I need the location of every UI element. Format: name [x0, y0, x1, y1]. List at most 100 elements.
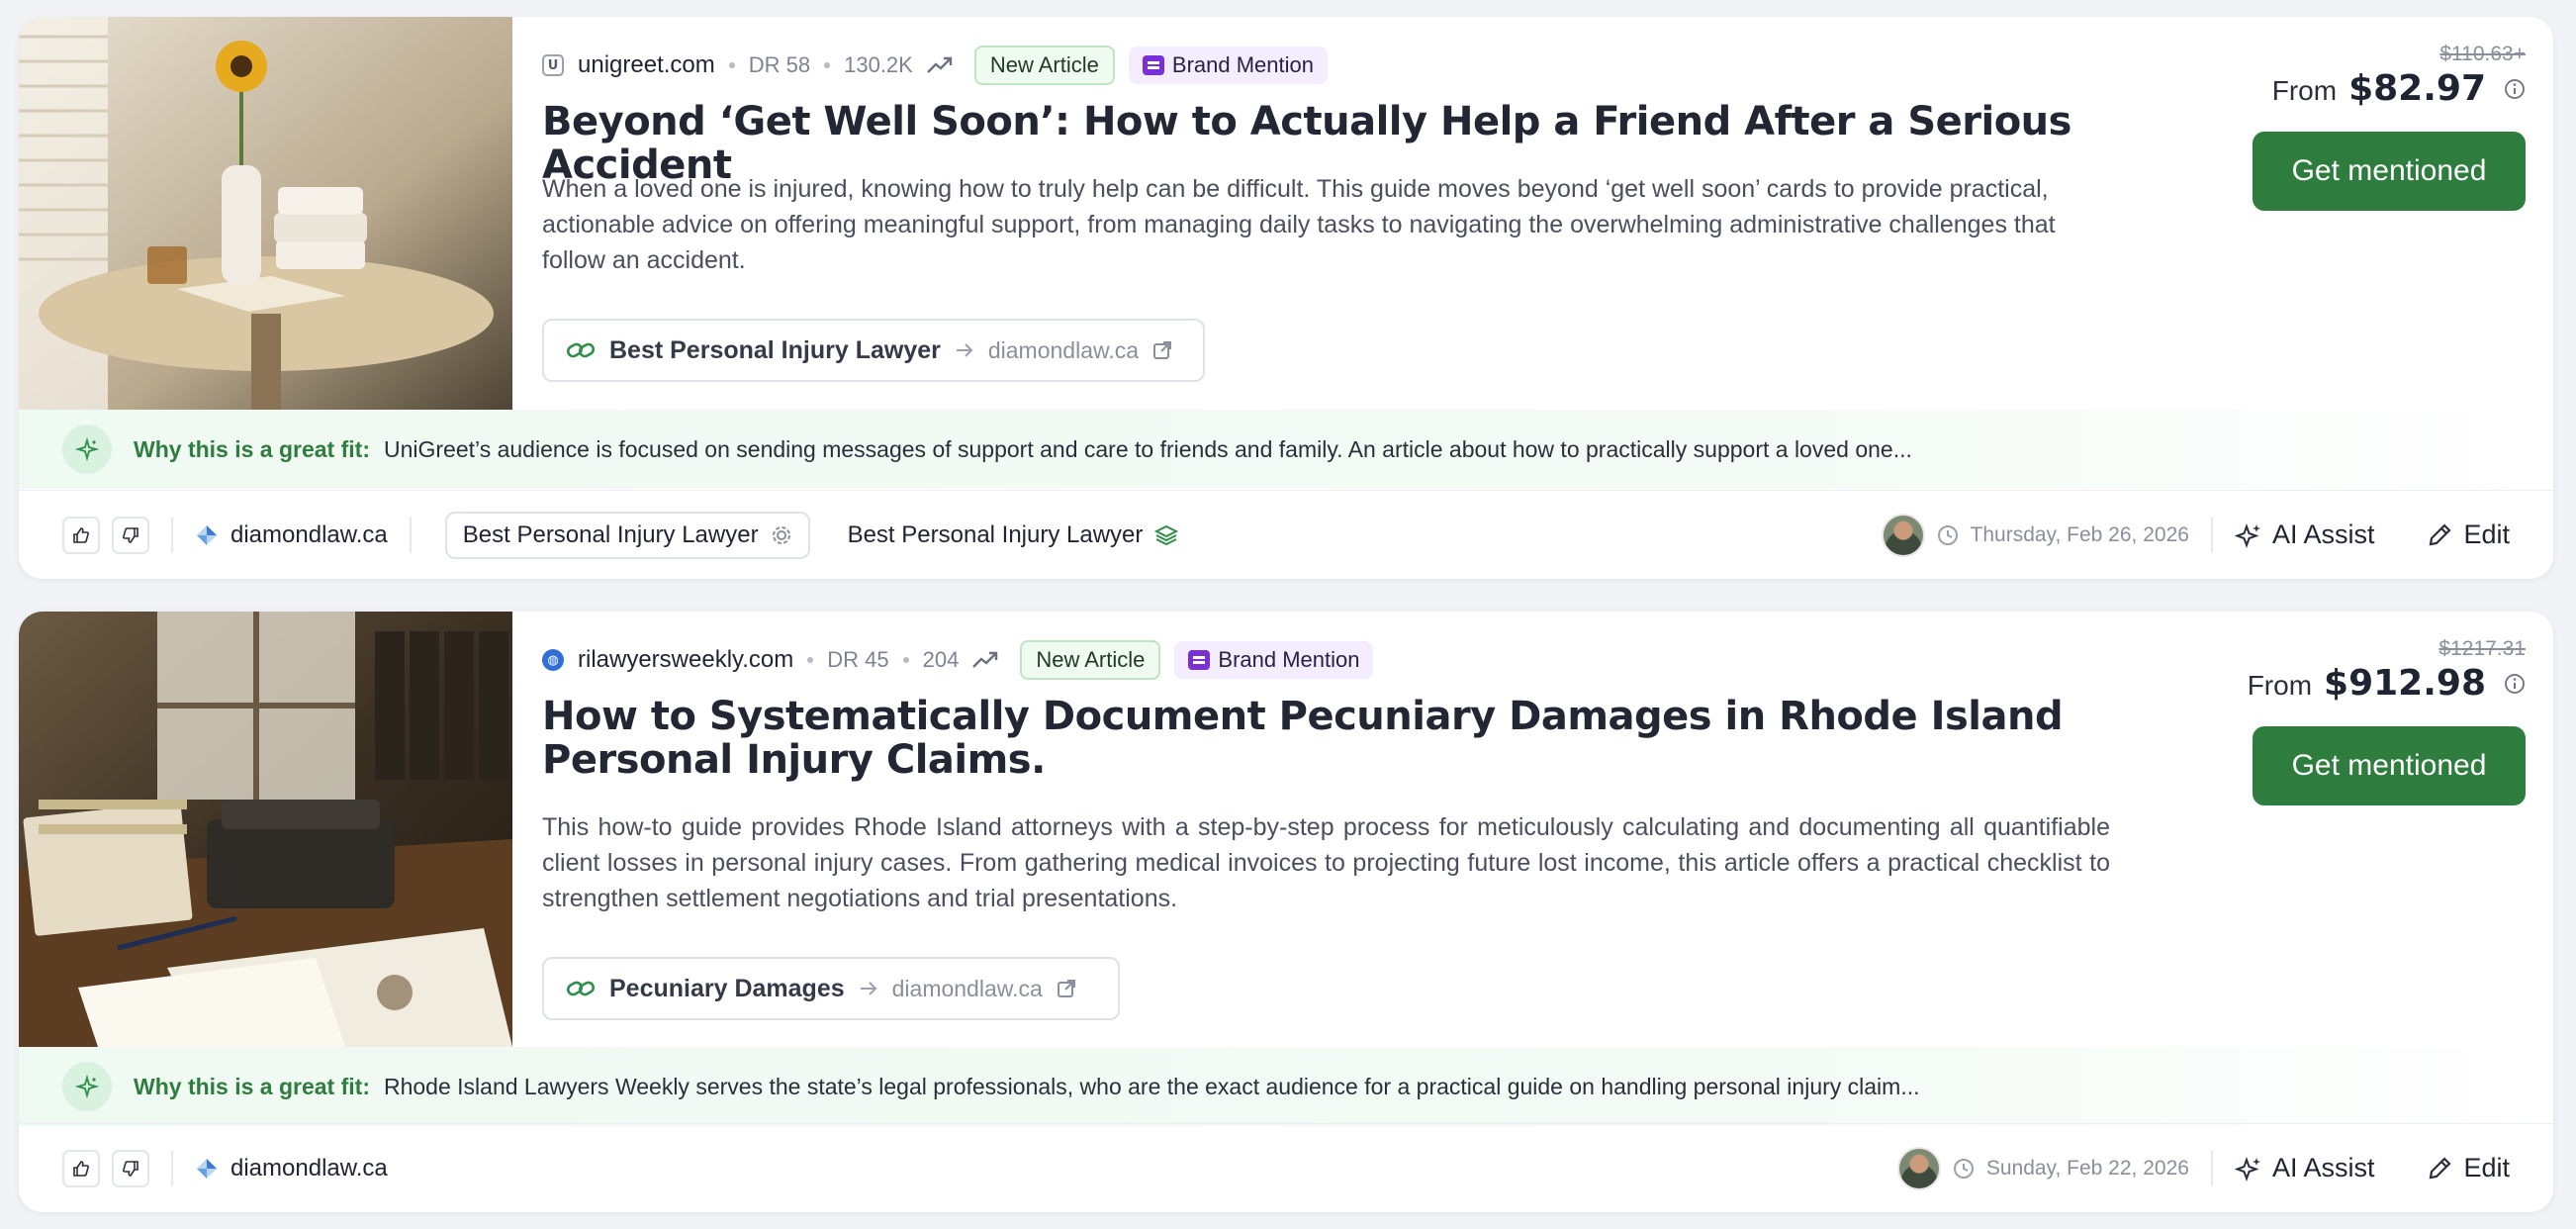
divider	[2210, 1150, 2213, 1186]
gear-icon	[772, 525, 790, 544]
keyword-label: Best Personal Injury Lawyer	[462, 520, 759, 548]
info-icon[interactable]	[2504, 78, 2526, 100]
separator-dot	[728, 62, 735, 68]
edit-label: Edit	[2463, 520, 2510, 549]
external-link-icon[interactable]	[1057, 979, 1076, 998]
card-footer: diamondlaw.ca Sunday, Feb 22, 2026 AI As…	[19, 1123, 2553, 1212]
article-card: U unigreet.com DR 58 130.2K New Article …	[19, 17, 2553, 579]
current-price: $82.97	[2348, 68, 2486, 109]
arrow-right-icon	[860, 982, 877, 995]
site-meta: U unigreet.com DR 58 130.2K New Article …	[542, 45, 1328, 86]
ai-assist-button[interactable]: AI Assist	[2234, 1153, 2375, 1183]
backlink-chip[interactable]: Best Personal Injury Lawyer diamondlaw.c…	[542, 319, 1205, 382]
keyword-chip[interactable]: Best Personal Injury Lawyer	[444, 511, 810, 559]
ai-assist-label: AI Assist	[2271, 520, 2375, 549]
brand-mention-label: Brand Mention	[1218, 647, 1360, 672]
from-label: From	[2247, 670, 2313, 701]
keyword-label: Best Personal Injury Lawyer	[847, 520, 1144, 548]
external-link-icon[interactable]	[1152, 340, 1172, 360]
current-price: $912.98	[2324, 663, 2486, 704]
separator-dot	[807, 657, 814, 663]
pencil-icon	[2430, 522, 2452, 545]
link-icon	[566, 981, 596, 996]
layers-icon	[1154, 524, 1179, 545]
article-thumbnail	[19, 17, 512, 410]
get-mentioned-button[interactable]: Get mentioned	[2253, 132, 2526, 211]
client-domain[interactable]: diamondlaw.ca	[230, 521, 388, 549]
original-price: $110.63+	[2439, 43, 2526, 65]
target-domain: diamondlaw.ca	[987, 336, 1140, 363]
anchor-text: Pecuniary Damages	[609, 974, 845, 1002]
link-icon	[566, 342, 596, 358]
divider	[171, 517, 173, 553]
fit-label: Why this is a great fit:	[134, 435, 370, 462]
fit-reason: Why this is a great fit: Rhode Island La…	[19, 1047, 2553, 1126]
thumbs-up-icon	[73, 1160, 89, 1177]
backlink-chip[interactable]: Pecuniary Damages diamondlaw.ca	[542, 957, 1120, 1020]
diamond-logo-icon	[197, 524, 217, 545]
domain-rating: DR 58	[748, 52, 811, 77]
edit-label: Edit	[2463, 1153, 2510, 1182]
fit-reason: Why this is a great fit: UniGreet’s audi…	[19, 410, 2553, 489]
divider	[409, 517, 412, 553]
pencil-icon	[2430, 1156, 2452, 1179]
get-mentioned-button[interactable]: Get mentioned	[2253, 726, 2526, 805]
domain-rating: DR 45	[827, 647, 889, 672]
thumbs-up-icon	[73, 526, 89, 543]
thumbs-down-icon	[123, 1160, 138, 1177]
sparkle-icon	[2234, 522, 2260, 548]
ai-assist-button[interactable]: AI Assist	[2234, 520, 2375, 550]
edit-button[interactable]: Edit	[2426, 520, 2510, 550]
divider	[171, 1150, 173, 1186]
trending-up-icon	[926, 56, 953, 73]
brand-mention-badge: Brand Mention	[1128, 47, 1328, 84]
arrow-right-icon	[956, 343, 973, 357]
fit-text: UniGreet’s audience is focused on sendin…	[383, 435, 1912, 462]
original-price: $1217.31	[2438, 637, 2526, 660]
site-meta: ◍ rilawyersweekly.com DR 45 204 New Arti…	[542, 639, 1374, 681]
user-avatar[interactable]	[1896, 1146, 1941, 1190]
separator-dot	[824, 62, 831, 68]
card-footer: diamondlaw.ca Best Personal Injury Lawye…	[19, 490, 2553, 579]
thumbs-up-button[interactable]	[62, 1149, 100, 1187]
keyword-target[interactable]: Best Personal Injury Lawyer	[848, 521, 1179, 549]
anchor-text: Best Personal Injury Lawyer	[609, 335, 941, 364]
globe-icon: ◍	[542, 649, 564, 671]
thumbs-down-button[interactable]	[112, 516, 149, 554]
fit-label: Why this is a great fit:	[134, 1073, 370, 1099]
thumbs-up-button[interactable]	[62, 516, 100, 554]
brand-mention-badge: Brand Mention	[1174, 641, 1374, 679]
article-description: When a loved one is injured, knowing how…	[542, 175, 2056, 274]
sparkle-icon	[2234, 1156, 2260, 1182]
user-avatar[interactable]	[1881, 513, 1925, 557]
thumbs-down-icon	[123, 526, 138, 543]
thumbs-down-button[interactable]	[112, 1149, 149, 1187]
traffic-value: 130.2K	[844, 52, 913, 77]
separator-dot	[902, 657, 909, 663]
clock-icon	[1937, 524, 1958, 545]
price-block: $1217.31 From $912.98	[2209, 637, 2526, 704]
from-label: From	[2271, 75, 2338, 106]
message-icon	[1142, 55, 1164, 75]
trending-up-icon	[972, 651, 998, 668]
price-block: $110.63+ From $82.97	[2209, 43, 2526, 109]
article-thumbnail	[19, 612, 512, 1047]
publish-date: Sunday, Feb 22, 2026	[1985, 1156, 2189, 1180]
site-domain[interactable]: unigreet.com	[578, 51, 715, 79]
client-domain[interactable]: diamondlaw.ca	[230, 1155, 388, 1182]
new-article-badge: New Article	[973, 46, 1115, 85]
info-icon[interactable]	[2504, 673, 2526, 695]
sparkle-icon	[62, 425, 112, 474]
fit-text: Rhode Island Lawyers Weekly serves the s…	[383, 1073, 1920, 1099]
clock-icon	[1953, 1158, 1974, 1179]
article-title[interactable]: How to Systematically Document Pecuniary…	[542, 695, 2145, 782]
site-domain[interactable]: rilawyersweekly.com	[578, 646, 793, 674]
article-description: This how-to guide provides Rhode Island …	[542, 813, 2110, 912]
article-card: ◍ rilawyersweekly.com DR 45 204 New Arti…	[19, 612, 2553, 1212]
target-domain: diamondlaw.ca	[891, 975, 1043, 1001]
brand-mention-label: Brand Mention	[1171, 52, 1314, 77]
edit-button[interactable]: Edit	[2426, 1153, 2510, 1183]
site-favicon: U	[542, 54, 564, 76]
new-article-badge: New Article	[1020, 640, 1161, 680]
ai-assist-label: AI Assist	[2271, 1153, 2375, 1182]
